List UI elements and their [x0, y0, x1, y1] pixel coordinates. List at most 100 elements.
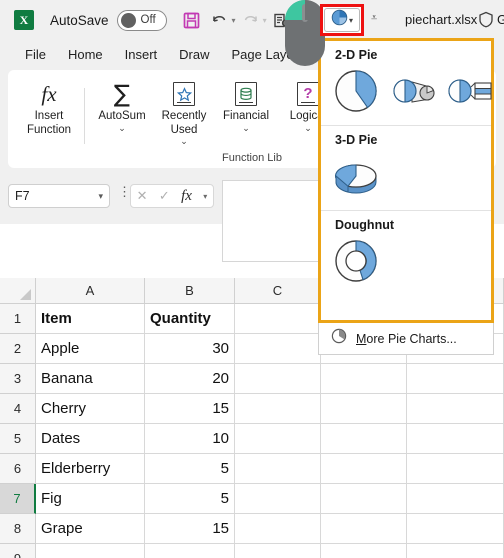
row-header-1[interactable]: 1 — [0, 304, 36, 334]
formula-bar-actions: ✕ ✓ fx ▾ — [130, 184, 214, 208]
insert-pie-chart-chevron-down-icon[interactable]: ▾ — [349, 16, 353, 25]
recently-used-label-line1: Recently — [161, 110, 207, 122]
insert-function-icon[interactable]: fx — [181, 188, 192, 205]
cell-e5[interactable] — [407, 424, 504, 454]
insert-pie-chart-icon — [331, 9, 348, 31]
cell-b8[interactable]: 15 — [145, 514, 235, 544]
cell-c6[interactable] — [235, 454, 321, 484]
recently-used-chevron-down-icon[interactable]: ⌄ — [180, 137, 188, 146]
undo-chevron-down-icon[interactable]: ▾ — [232, 16, 236, 25]
row-header-9[interactable]: 9 — [0, 544, 36, 558]
cell-b5[interactable]: 10 — [145, 424, 235, 454]
undo-icon[interactable] — [207, 7, 233, 33]
cell-a7[interactable]: Fig — [36, 484, 145, 514]
cell-c8[interactable] — [235, 514, 321, 544]
cell-c1[interactable] — [235, 304, 321, 334]
cell-a9[interactable] — [36, 544, 145, 558]
name-box-chevron-down-icon[interactable]: ▾ — [98, 191, 103, 202]
cell-e6[interactable] — [407, 454, 504, 484]
row-header-2[interactable]: 2 — [0, 334, 36, 364]
insert-function-label-line1: Insert — [34, 110, 64, 122]
quick-access-toolbar: ▾ ▾ — [179, 7, 295, 33]
autosum-chevron-down-icon[interactable]: ⌄ — [118, 123, 126, 132]
excel-window: X AutoSave Off ▾ ▾ ⩡ piechart.xlsx G ▾ F… — [0, 0, 504, 558]
row-header-7[interactable]: 7 — [0, 484, 36, 514]
more-pie-charts-menu-item[interactable]: More Pie Charts... — [318, 323, 494, 355]
cell-d5[interactable] — [321, 424, 407, 454]
cell-d7[interactable] — [321, 484, 407, 514]
confirm-check-icon[interactable]: ✓ — [159, 188, 170, 204]
row-header-3[interactable]: 3 — [0, 364, 36, 394]
column-header-b[interactable]: B — [145, 278, 235, 304]
cell-d4[interactable] — [321, 394, 407, 424]
cell-b6[interactable]: 5 — [145, 454, 235, 484]
cell-e8[interactable] — [407, 514, 504, 544]
cell-d9[interactable] — [321, 544, 407, 558]
save-icon[interactable] — [179, 7, 205, 33]
cell-a3[interactable]: Banana — [36, 364, 145, 394]
menu-section-title-doughnut: Doughnut — [335, 218, 395, 232]
tab-insert[interactable]: Insert — [114, 47, 169, 62]
row-header-8[interactable]: 8 — [0, 514, 36, 544]
name-box[interactable]: F7 ▾ — [8, 184, 110, 208]
cell-d6[interactable] — [321, 454, 407, 484]
bar-of-pie-chart-option[interactable] — [447, 75, 493, 112]
cell-a5[interactable]: Dates — [36, 424, 145, 454]
cell-e4[interactable] — [407, 394, 504, 424]
autosum-button[interactable]: ∑ AutoSum ⌄ — [91, 78, 153, 132]
cell-a1[interactable]: Item — [36, 304, 145, 334]
cell-b1[interactable]: Quantity — [145, 304, 235, 334]
cell-b2[interactable]: 30 — [145, 334, 235, 364]
name-box-value: F7 — [15, 189, 30, 203]
pie-3d-chart-option[interactable] — [333, 156, 379, 201]
cell-c9[interactable] — [235, 544, 321, 558]
cell-b9[interactable] — [145, 544, 235, 558]
insert-function-button[interactable]: fx Insert Function — [18, 78, 80, 137]
financial-button[interactable]: Financial ⌄ — [215, 78, 277, 132]
cell-e3[interactable] — [407, 364, 504, 394]
cancel-x-icon[interactable]: ✕ — [137, 188, 148, 204]
menu-section-3d-pie: 3-D Pie — [321, 125, 491, 210]
customize-quick-access-toolbar-icon[interactable]: ⩡ — [371, 12, 377, 25]
select-all-corner[interactable] — [0, 278, 36, 304]
cell-b4[interactable]: 15 — [145, 394, 235, 424]
formula-input[interactable] — [222, 180, 320, 262]
pie-of-pie-chart-option[interactable] — [390, 75, 436, 112]
recently-used-button[interactable]: Recently Used ⌄ — [153, 78, 215, 146]
cell-a8[interactable]: Grape — [36, 514, 145, 544]
cell-e7[interactable] — [407, 484, 504, 514]
cell-b3[interactable]: 20 — [145, 364, 235, 394]
fx-icon: fx — [41, 81, 57, 106]
cell-c2[interactable] — [235, 334, 321, 364]
column-header-a[interactable]: A — [36, 278, 145, 304]
cell-c4[interactable] — [235, 394, 321, 424]
cell-a6[interactable]: Elderberry — [36, 454, 145, 484]
tab-file[interactable]: File — [14, 47, 57, 62]
row-header-5[interactable]: 5 — [0, 424, 36, 454]
financial-chevron-down-icon[interactable]: ⌄ — [242, 123, 250, 132]
cell-d3[interactable] — [321, 364, 407, 394]
redo-chevron-down-icon: ▾ — [262, 15, 267, 25]
tab-draw[interactable]: Draw — [168, 47, 220, 62]
cell-c5[interactable] — [235, 424, 321, 454]
pie-chart-option[interactable] — [333, 68, 379, 119]
tab-home[interactable]: Home — [57, 47, 114, 62]
row-header-4[interactable]: 4 — [0, 394, 36, 424]
title-bar: X AutoSave Off ▾ ▾ ⩡ piechart.xlsx G — [0, 0, 504, 40]
cell-a4[interactable]: Cherry — [36, 394, 145, 424]
menu-section-title-3d-pie: 3-D Pie — [335, 133, 378, 147]
insert-pie-chart-button[interactable]: ▾ — [324, 8, 360, 32]
autosave-toggle[interactable]: Off — [116, 9, 167, 31]
cell-a2[interactable]: Apple — [36, 334, 145, 364]
recently-used-label-line2: Used — [170, 123, 198, 136]
row-header-6[interactable]: 6 — [0, 454, 36, 484]
cell-c7[interactable] — [235, 484, 321, 514]
logical-chevron-down-icon[interactable]: ⌄ — [304, 123, 312, 132]
cell-d8[interactable] — [321, 514, 407, 544]
cell-e9[interactable] — [407, 544, 504, 558]
formula-bar-chevron-down-icon[interactable]: ▾ — [203, 192, 207, 201]
doughnut-chart-option[interactable] — [333, 238, 379, 289]
cell-c3[interactable] — [235, 364, 321, 394]
column-header-c[interactable]: C — [235, 278, 321, 304]
cell-b7[interactable]: 5 — [145, 484, 235, 514]
